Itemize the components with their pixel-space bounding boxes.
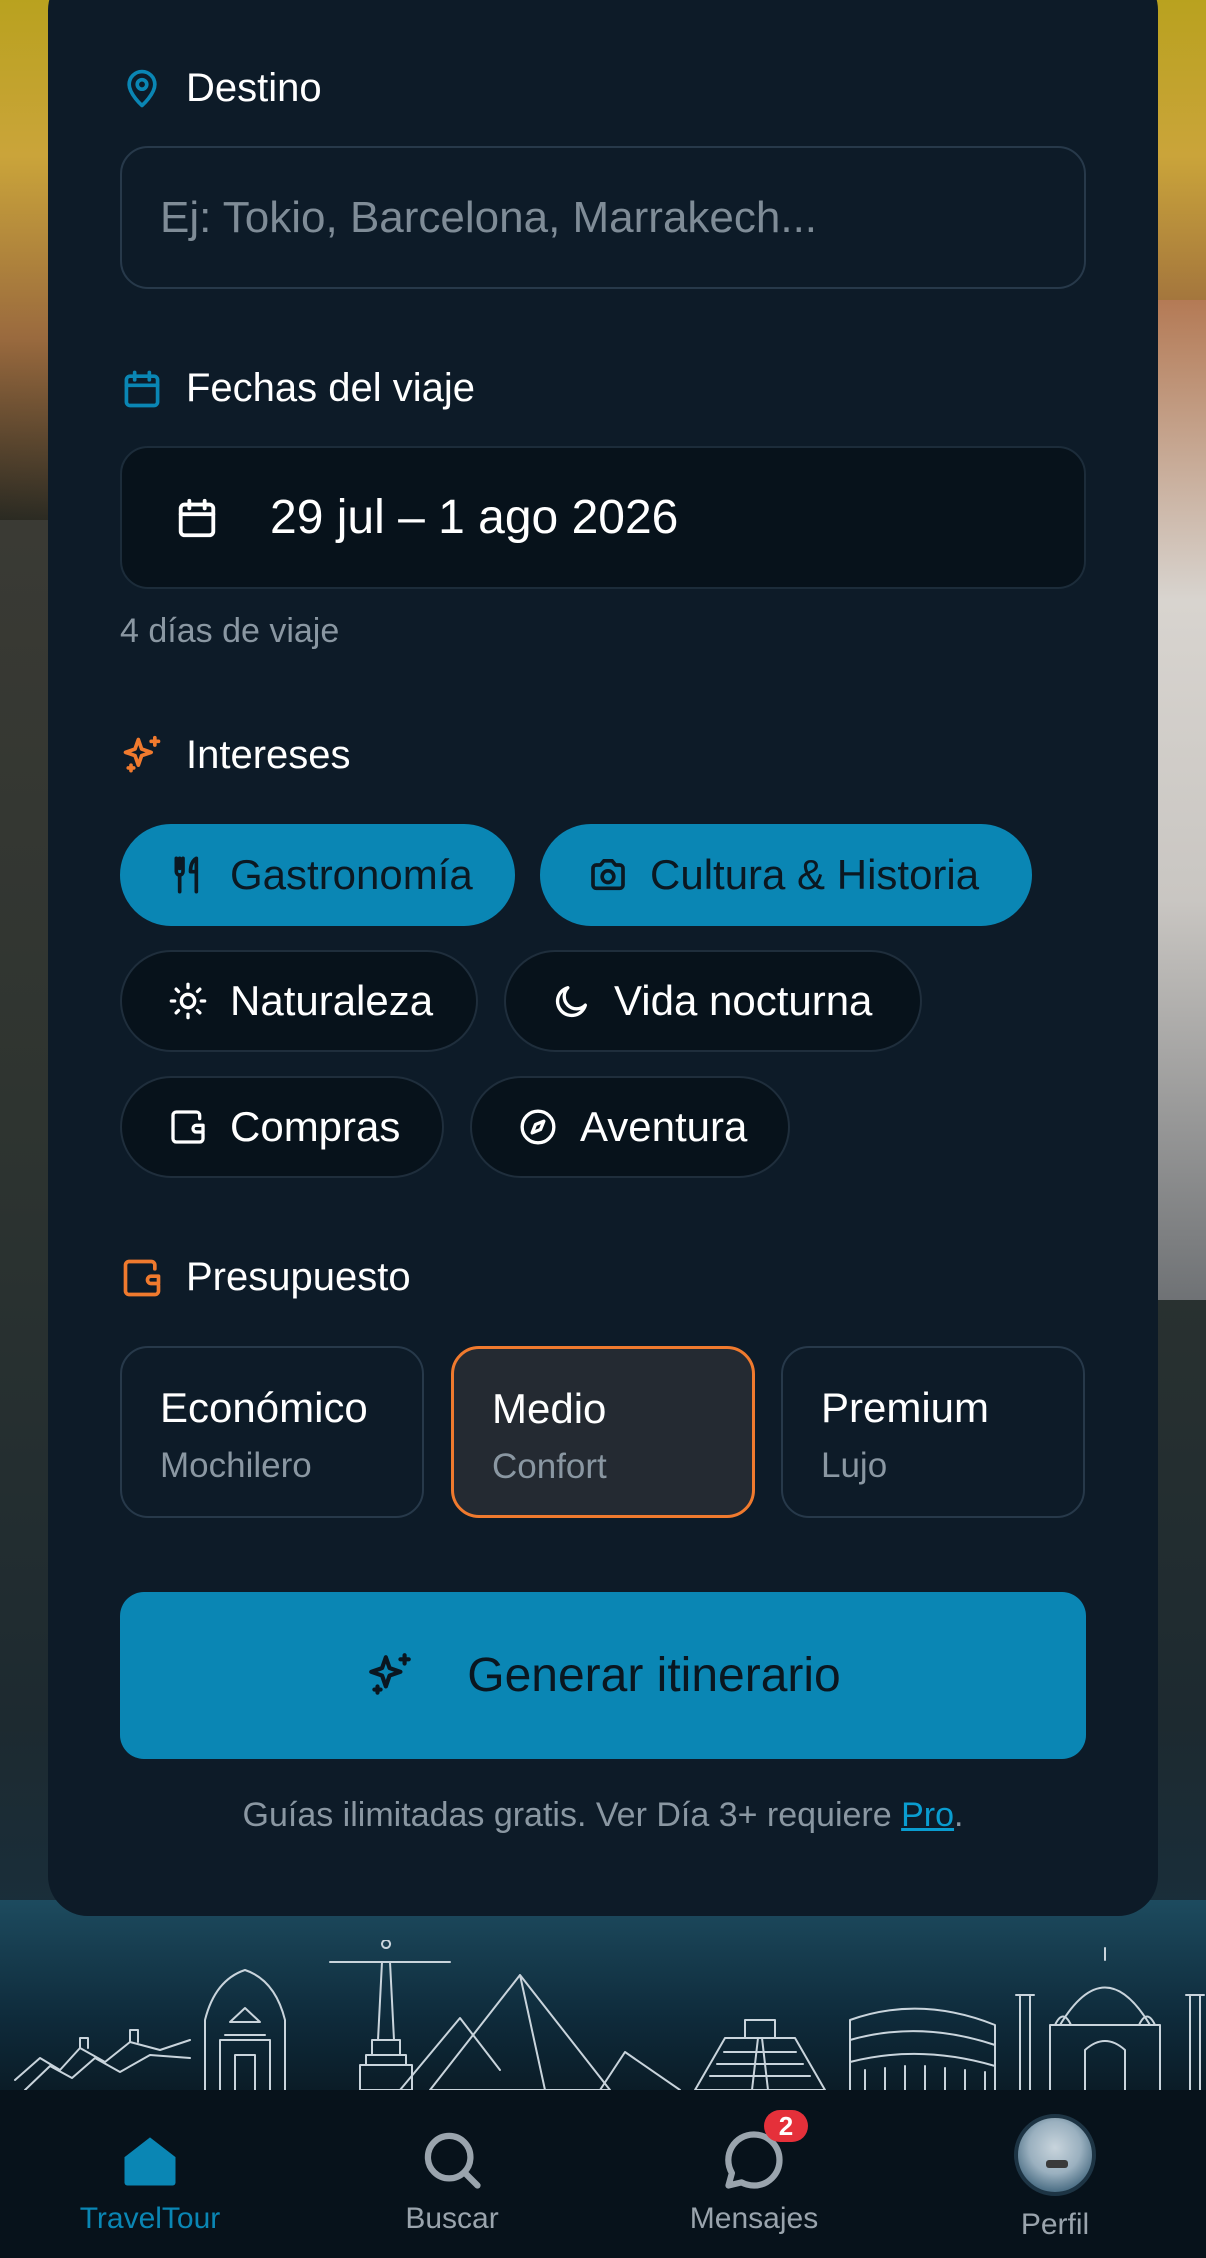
footnote-end: . [954,1796,964,1834]
camera-icon [591,859,625,891]
generate-itinerary-label: Generar itinerario [467,1649,841,1702]
landmarks-skyline-illustration [14,1940,1205,2090]
budget-title: Medio [492,1385,607,1432]
bottom-tab-bar: TravelTour Buscar 2 Mensajes Perfil [0,2090,1206,2258]
search-icon [418,2126,486,2194]
chip-label: Vida nocturna [614,977,873,1024]
dates-value: 29 jul – 1 ago 2026 [270,491,679,544]
chip-label: Compras [230,1103,401,1150]
trip-duration-hint: 4 días de viaje [120,612,340,650]
calendar-icon [178,498,216,537]
wallet-icon [171,1110,205,1144]
pro-link[interactable]: Pro [901,1796,954,1834]
budget-title: Económico [160,1384,368,1431]
interest-chip-naturaleza[interactable]: Naturaleza [120,950,478,1052]
interest-chip-gastronomia[interactable]: Gastronomía [120,824,515,926]
budget-title: Premium [821,1384,990,1431]
budget-subtitle: Lujo [821,1446,888,1485]
avatar [1014,2114,1096,2196]
tab-mensajes[interactable]: 2 Mensajes [654,2090,854,2258]
sparkles-icon [123,735,161,772]
dates-label: Fechas del viaje [120,366,475,411]
chip-label: Naturaleza [230,977,434,1024]
generate-itinerary-button[interactable]: Generar itinerario [120,1592,1086,1759]
footnote-text: Guías ilimitadas gratis. Ver Día 3+ requ… [242,1796,902,1834]
destination-label: Destino [120,66,322,111]
tab-buscar[interactable]: Buscar [352,2090,552,2258]
budget-option-medio[interactable]: Medio Confort [451,1346,755,1518]
interest-chip-vida-nocturna[interactable]: Vida nocturna [504,950,922,1052]
home-icon [116,2126,184,2194]
wallet-icon [123,1259,161,1296]
budget-label-text: Presupuesto [186,1255,411,1299]
utensils-icon [174,856,199,894]
chip-label: Gastronomía [230,851,473,898]
budget-label: Presupuesto [120,1255,411,1300]
calendar-icon [124,370,160,407]
interest-chip-aventura[interactable]: Aventura [470,1076,790,1178]
dates-label-text: Fechas del viaje [186,366,476,410]
interests-label-text: Intereses [186,733,351,777]
map-pin-icon [127,69,157,107]
budget-option-economico[interactable]: Económico Mochilero [120,1346,424,1518]
destination-input[interactable] [122,148,1084,287]
interest-chip-cultura[interactable]: Cultura & Historia [540,824,1032,926]
chip-label: Cultura & Historia [650,851,980,898]
tab-label: Perfil [1020,2208,1090,2241]
destination-field-box [120,146,1086,289]
interests-label: Intereses [120,733,351,778]
tab-traveltour[interactable]: TravelTour [50,2090,250,2258]
moon-icon [555,986,587,1018]
tab-label: Mensajes [689,2202,819,2235]
chat-icon: 2 [720,2110,808,2194]
budget-option-premium[interactable]: Premium Lujo [781,1346,1085,1518]
tab-label: Buscar [405,2202,499,2235]
interest-chip-compras[interactable]: Compras [120,1076,444,1178]
unread-badge: 2 [764,2110,808,2142]
pro-footnote: Guías ilimitadas gratis. Ver Día 3+ requ… [0,1796,1206,1835]
sun-icon [169,982,207,1020]
tab-perfil[interactable]: Perfil [955,2090,1155,2258]
budget-subtitle: Confort [492,1447,607,1486]
destination-label-text: Destino [186,66,322,110]
dates-picker[interactable]: 29 jul – 1 ago 2026 [120,446,1086,589]
sparkles-icon [369,1652,412,1695]
tab-label: TravelTour [79,2202,221,2235]
chip-label: Aventura [580,1103,748,1150]
compass-icon [520,1109,556,1145]
budget-subtitle: Mochilero [160,1446,312,1485]
